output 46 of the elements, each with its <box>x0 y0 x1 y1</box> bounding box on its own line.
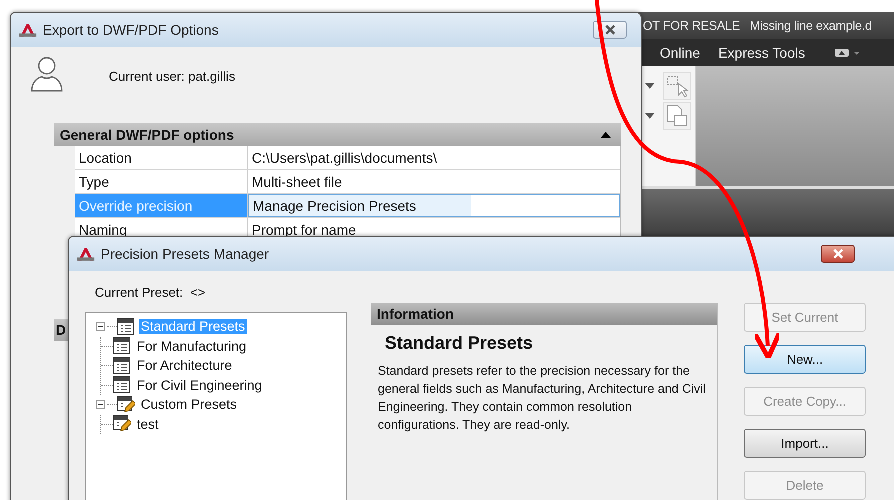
app-logo-icon <box>19 22 37 38</box>
collapse-caret-icon[interactable] <box>601 132 611 138</box>
ribbon-tab[interactable]: Express Tools <box>718 44 806 60</box>
section-title: General DWF/PDF options <box>60 126 234 142</box>
list-icon <box>113 337 131 356</box>
dropdown-arrow-icon[interactable] <box>645 113 655 119</box>
tree-item[interactable]: test <box>135 416 161 432</box>
dialog-button[interactable]: New... <box>744 345 866 374</box>
property-value[interactable]: C:\Users\pat.gillis\documents\ <box>248 146 620 169</box>
property-value[interactable]: Multi-sheet file <box>248 170 620 193</box>
window-title: Precision Presets Manager <box>101 246 270 262</box>
section-header[interactable]: General DWF/PDF options <box>54 123 621 146</box>
ribbon-tab[interactable]: Online <box>660 44 700 60</box>
close-icon <box>604 25 616 35</box>
section-title: D <box>56 322 66 338</box>
collapse-toggle[interactable] <box>96 400 107 410</box>
property-name[interactable]: Type <box>75 170 248 193</box>
list-pencil-icon <box>117 396 135 414</box>
preset-description: Standard presets refer to the precision necessary for the general fields such as Manufacturing, Architecture and Civil Engineering. They contain common resolution configurations. They are read-only. <box>378 363 707 434</box>
panel-header: Information <box>377 306 454 322</box>
current-preset-label: Current Preset: <> <box>95 285 207 300</box>
close-icon <box>832 249 844 259</box>
window-title: Export to DWF/PDF Options <box>43 22 219 38</box>
user-icon <box>29 55 65 93</box>
dropdown-arrow-icon[interactable] <box>645 83 655 89</box>
close-button[interactable] <box>821 245 855 263</box>
preset-tree[interactable]: Standard Presets For Manufacturing For Architecture For Civil Engineering Custom Presets test <box>85 312 347 500</box>
list-icon <box>113 356 131 375</box>
minimize-ribbon-icon[interactable] <box>835 48 862 58</box>
preset-title: Standard Presets <box>385 333 534 354</box>
collapse-toggle[interactable] <box>96 322 107 332</box>
current-user-label: Current user: pat.gillis <box>109 68 236 84</box>
dialog-button[interactable]: Import... <box>744 429 866 458</box>
select-cursor-icon[interactable] <box>663 72 691 100</box>
list-pencil-icon <box>113 415 131 434</box>
list-icon <box>113 376 131 394</box>
list-icon <box>117 318 135 336</box>
property-name[interactable]: Location <box>75 146 248 169</box>
block-icon[interactable] <box>663 102 691 130</box>
app-logo-icon <box>77 246 95 262</box>
tree-item[interactable]: For Civil Engineering <box>135 378 264 393</box>
tree-item[interactable]: For Manufacturing <box>135 338 249 354</box>
tree-item[interactable]: Custom Presets <box>139 397 240 412</box>
window-title: OT FOR RESALE Missing line example.d <box>643 18 872 32</box>
tree-item[interactable]: For Architecture <box>135 358 234 374</box>
property-value[interactable]: Manage Precision Presets <box>248 194 620 217</box>
